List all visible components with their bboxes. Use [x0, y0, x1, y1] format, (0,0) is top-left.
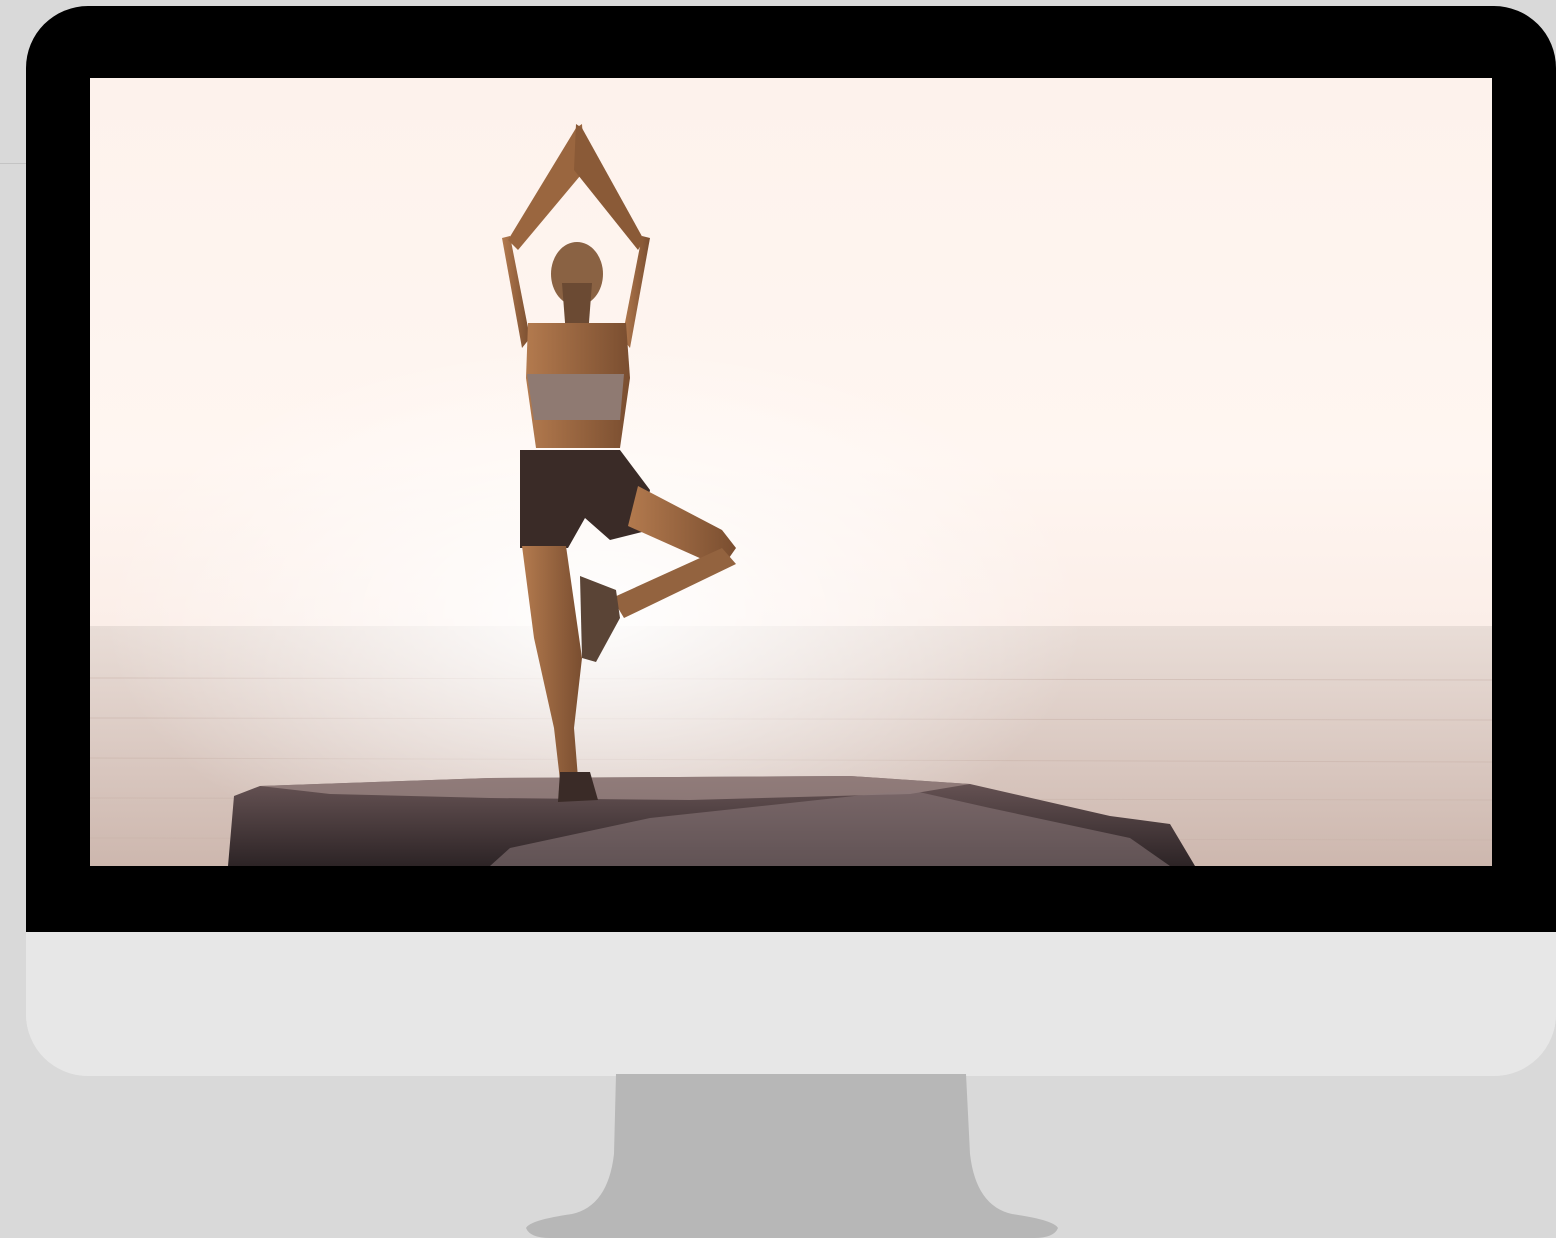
- monitor-stand-icon: [526, 1074, 1058, 1238]
- monitor-screen: [90, 78, 1492, 866]
- page: [0, 0, 1556, 1238]
- yoga-photo: [90, 78, 1492, 866]
- sun-glow: [90, 78, 1492, 866]
- monitor-bezel: [26, 6, 1556, 932]
- desktop-monitor: [26, 6, 1556, 1076]
- monitor-stand: [524, 1074, 1060, 1238]
- monitor-chin: [26, 932, 1556, 1076]
